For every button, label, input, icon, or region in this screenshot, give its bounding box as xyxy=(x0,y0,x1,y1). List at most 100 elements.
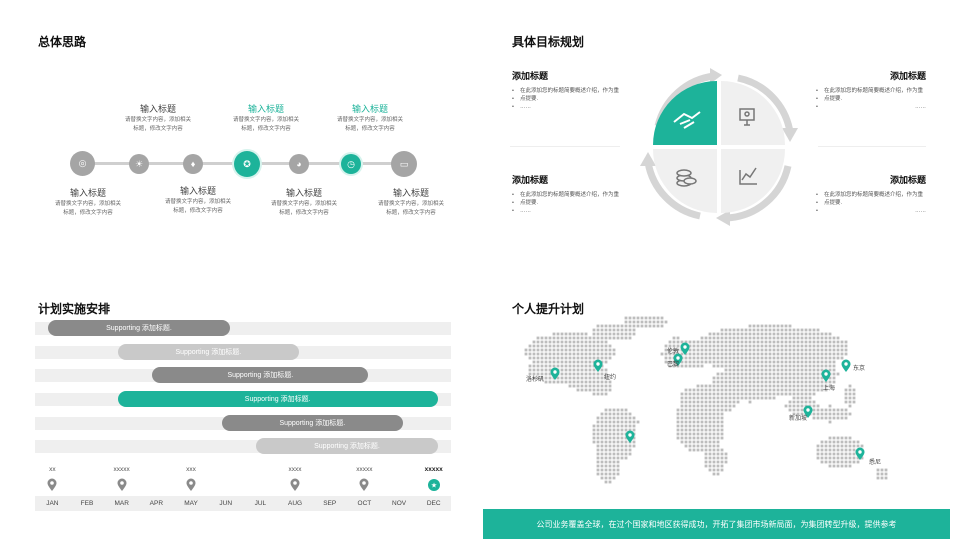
cycle-quadrant-br xyxy=(721,149,785,213)
month-label: DEC xyxy=(426,500,441,507)
goal-text-cont: 点提要. xyxy=(816,95,926,103)
timeline-item-desc: 请替换文字内容，添加相关 xyxy=(124,117,191,123)
pie-icon: ◕ xyxy=(289,154,309,174)
milestone-label: xxxxx xyxy=(113,466,130,473)
timeline-bottom-item: 输入标题 请替换文字内容，添加相关 标题，修改文字内容 xyxy=(259,187,349,217)
timeline-item-desc: 请替换文字内容，添加相关 xyxy=(232,117,299,123)
month-label: OCT xyxy=(357,500,372,507)
goal-text: 点提要. xyxy=(520,96,539,102)
goal-text: 在此添加您的标题简要概述介绍，作为重 xyxy=(512,191,622,199)
goal-text: 点提要. xyxy=(824,96,843,102)
award-icon: ✪ xyxy=(234,151,260,177)
timeline-bottom-item: 输入标题 请替换文字内容，添加相关 标题，修改文字内容 xyxy=(366,187,456,217)
cycle-quadrant-tr xyxy=(721,81,785,145)
location-pin-icon xyxy=(290,478,300,491)
goal-text: 在此添加您的标题简要概述介绍，作为重 xyxy=(816,87,926,95)
month-label: FEB xyxy=(80,500,94,507)
pin-shanghai-icon xyxy=(821,369,831,382)
goal-text: 点提要. xyxy=(520,200,539,206)
goal-title: 添加标题 xyxy=(512,176,549,186)
month-axis: JAN FEB MAR APR MAY JUN JUL AUG SEP OCT NOV DEC xyxy=(35,496,451,511)
footer-banner: 公司业务覆盖全球，在过个国家和地区获得成功，开拓了集团市场新局面，为集团转型升级… xyxy=(483,509,950,539)
timeline-item-desc: 标题，修改文字内容 xyxy=(386,210,436,216)
month-label: JAN xyxy=(46,500,59,507)
timeline-top-item: 输入标题 请替换文字内容，添加相关 标题，修改文字内容 xyxy=(113,103,203,133)
plan-title: 计划实施安排 xyxy=(38,302,111,316)
month-label: APR xyxy=(149,500,164,507)
city-label-shanghai: 上海 xyxy=(823,386,836,392)
timeline-item-desc: 标题，修改文字内容 xyxy=(63,210,113,216)
cycle-diagram xyxy=(640,68,798,226)
timeline-item-desc: 请替换文字内容，添加相关 xyxy=(54,201,121,207)
location-pin-icon xyxy=(186,478,196,491)
timeline-item-desc: 请替换文字内容，添加相关 xyxy=(377,201,444,207)
timeline-top-item: 输入标题 请替换文字内容，添加相关 标题，修改文字内容 xyxy=(325,103,415,133)
city-label-singapore: 新加坡 xyxy=(789,416,808,422)
month-label: JUN xyxy=(219,500,233,507)
goal-text: 在此添加您的标题简要概述介绍，作为重 xyxy=(816,191,926,199)
timeline-item-title: 输入标题 xyxy=(179,186,216,196)
month-label: AUG xyxy=(287,500,303,507)
timeline-item-title: 输入标题 xyxy=(139,104,176,114)
wallet-icon: ▭ xyxy=(391,151,417,177)
city-label-london: 伦敦 xyxy=(667,349,680,355)
goal-text: …… xyxy=(816,103,926,111)
timeline-bottom-item: 输入标题 请替换文字内容，添加相关 标题，修改文字内容 xyxy=(43,187,133,217)
milestone-label: xxxxx xyxy=(356,466,373,473)
city-label-tokyo: 东京 xyxy=(853,366,866,372)
target-icon: ◎ xyxy=(70,151,95,176)
timeline-item-title: 输入标题 xyxy=(69,188,106,198)
location-pin-icon xyxy=(47,478,57,491)
cycle-quadrant-tl xyxy=(653,81,717,145)
milestone-label: xxx xyxy=(186,466,196,473)
city-label-sydney: 悉尼 xyxy=(869,460,882,466)
goal-text: …… xyxy=(512,103,622,111)
goal-text: …… xyxy=(816,207,926,215)
month-label: NOV xyxy=(392,500,407,507)
shield-icon: ♦ xyxy=(183,154,203,174)
gantt-bar: Supporting 添加标题. xyxy=(221,415,403,431)
month-label: JUL xyxy=(254,500,267,507)
goal-text: …… xyxy=(512,207,622,215)
gantt-bar: Supporting 添加标题. xyxy=(117,344,299,360)
goal-text-cont: 点提要. xyxy=(512,199,622,207)
goal-bottom-right: 添加标题 在此添加您的标题简要概述介绍，作为重 点提要. …… xyxy=(816,173,926,215)
timeline-item-desc: 标题，修改文字内容 xyxy=(133,126,183,132)
world-map xyxy=(524,316,888,484)
goal-top-left: 添加标题 在此添加您的标题简要概述介绍，作为重 点提要. …… xyxy=(512,69,622,111)
timeline-item-title: 输入标题 xyxy=(351,104,388,114)
divider xyxy=(510,146,620,147)
star-pin-icon: ★ xyxy=(427,479,440,491)
gantt-bar: Supporting 添加标题. xyxy=(117,391,438,407)
map-dots xyxy=(524,316,888,484)
timeline-item-desc: 请替换文字内容，添加相关 xyxy=(336,117,403,123)
location-pin-icon xyxy=(359,478,369,491)
timeline-item-title: 输入标题 xyxy=(285,188,322,198)
divider xyxy=(818,146,926,147)
month-label: SEP xyxy=(323,500,337,507)
timeline-item-title: 输入标题 xyxy=(247,104,284,114)
city-label-la: 洛杉矶 xyxy=(526,377,545,383)
gantt-bar: Supporting 添加标题. xyxy=(256,438,438,454)
month-label: MAY xyxy=(184,500,198,507)
goal-text: 在此添加您的标题简要概述介绍，作为重 xyxy=(512,87,622,95)
timeline-item-desc: 请替换文字内容，添加相关 xyxy=(164,199,231,205)
goal-title: 添加标题 xyxy=(512,72,549,82)
month-label: MAR xyxy=(114,500,129,507)
timeline-bottom-item: 输入标题 请替换文字内容，添加相关 标题，修改文字内容 xyxy=(153,185,243,215)
goal-title: 添加标题 xyxy=(889,176,926,186)
timeline-item-desc: 标题，修改文字内容 xyxy=(345,126,395,132)
timeline-top-item: 输入标题 请替换文字内容，添加相关 标题，修改文字内容 xyxy=(221,103,311,133)
timeline-item-desc: 标题，修改文字内容 xyxy=(241,126,291,132)
timer-icon: ◷ xyxy=(341,154,361,174)
milestone-label: xx xyxy=(49,466,56,473)
goal-title: 添加标题 xyxy=(889,72,926,82)
bulb-icon: ☀ xyxy=(129,154,149,174)
city-label-paris: 巴黎 xyxy=(667,362,680,368)
pin-tokyo-icon xyxy=(841,359,851,372)
svg-text:★: ★ xyxy=(431,482,437,490)
timeline-item-desc: 标题，修改文字内容 xyxy=(279,210,329,216)
overall-title: 总体思路 xyxy=(38,35,87,49)
timeline-item-title: 输入标题 xyxy=(392,188,429,198)
goal-text: 点提要. xyxy=(824,200,843,206)
